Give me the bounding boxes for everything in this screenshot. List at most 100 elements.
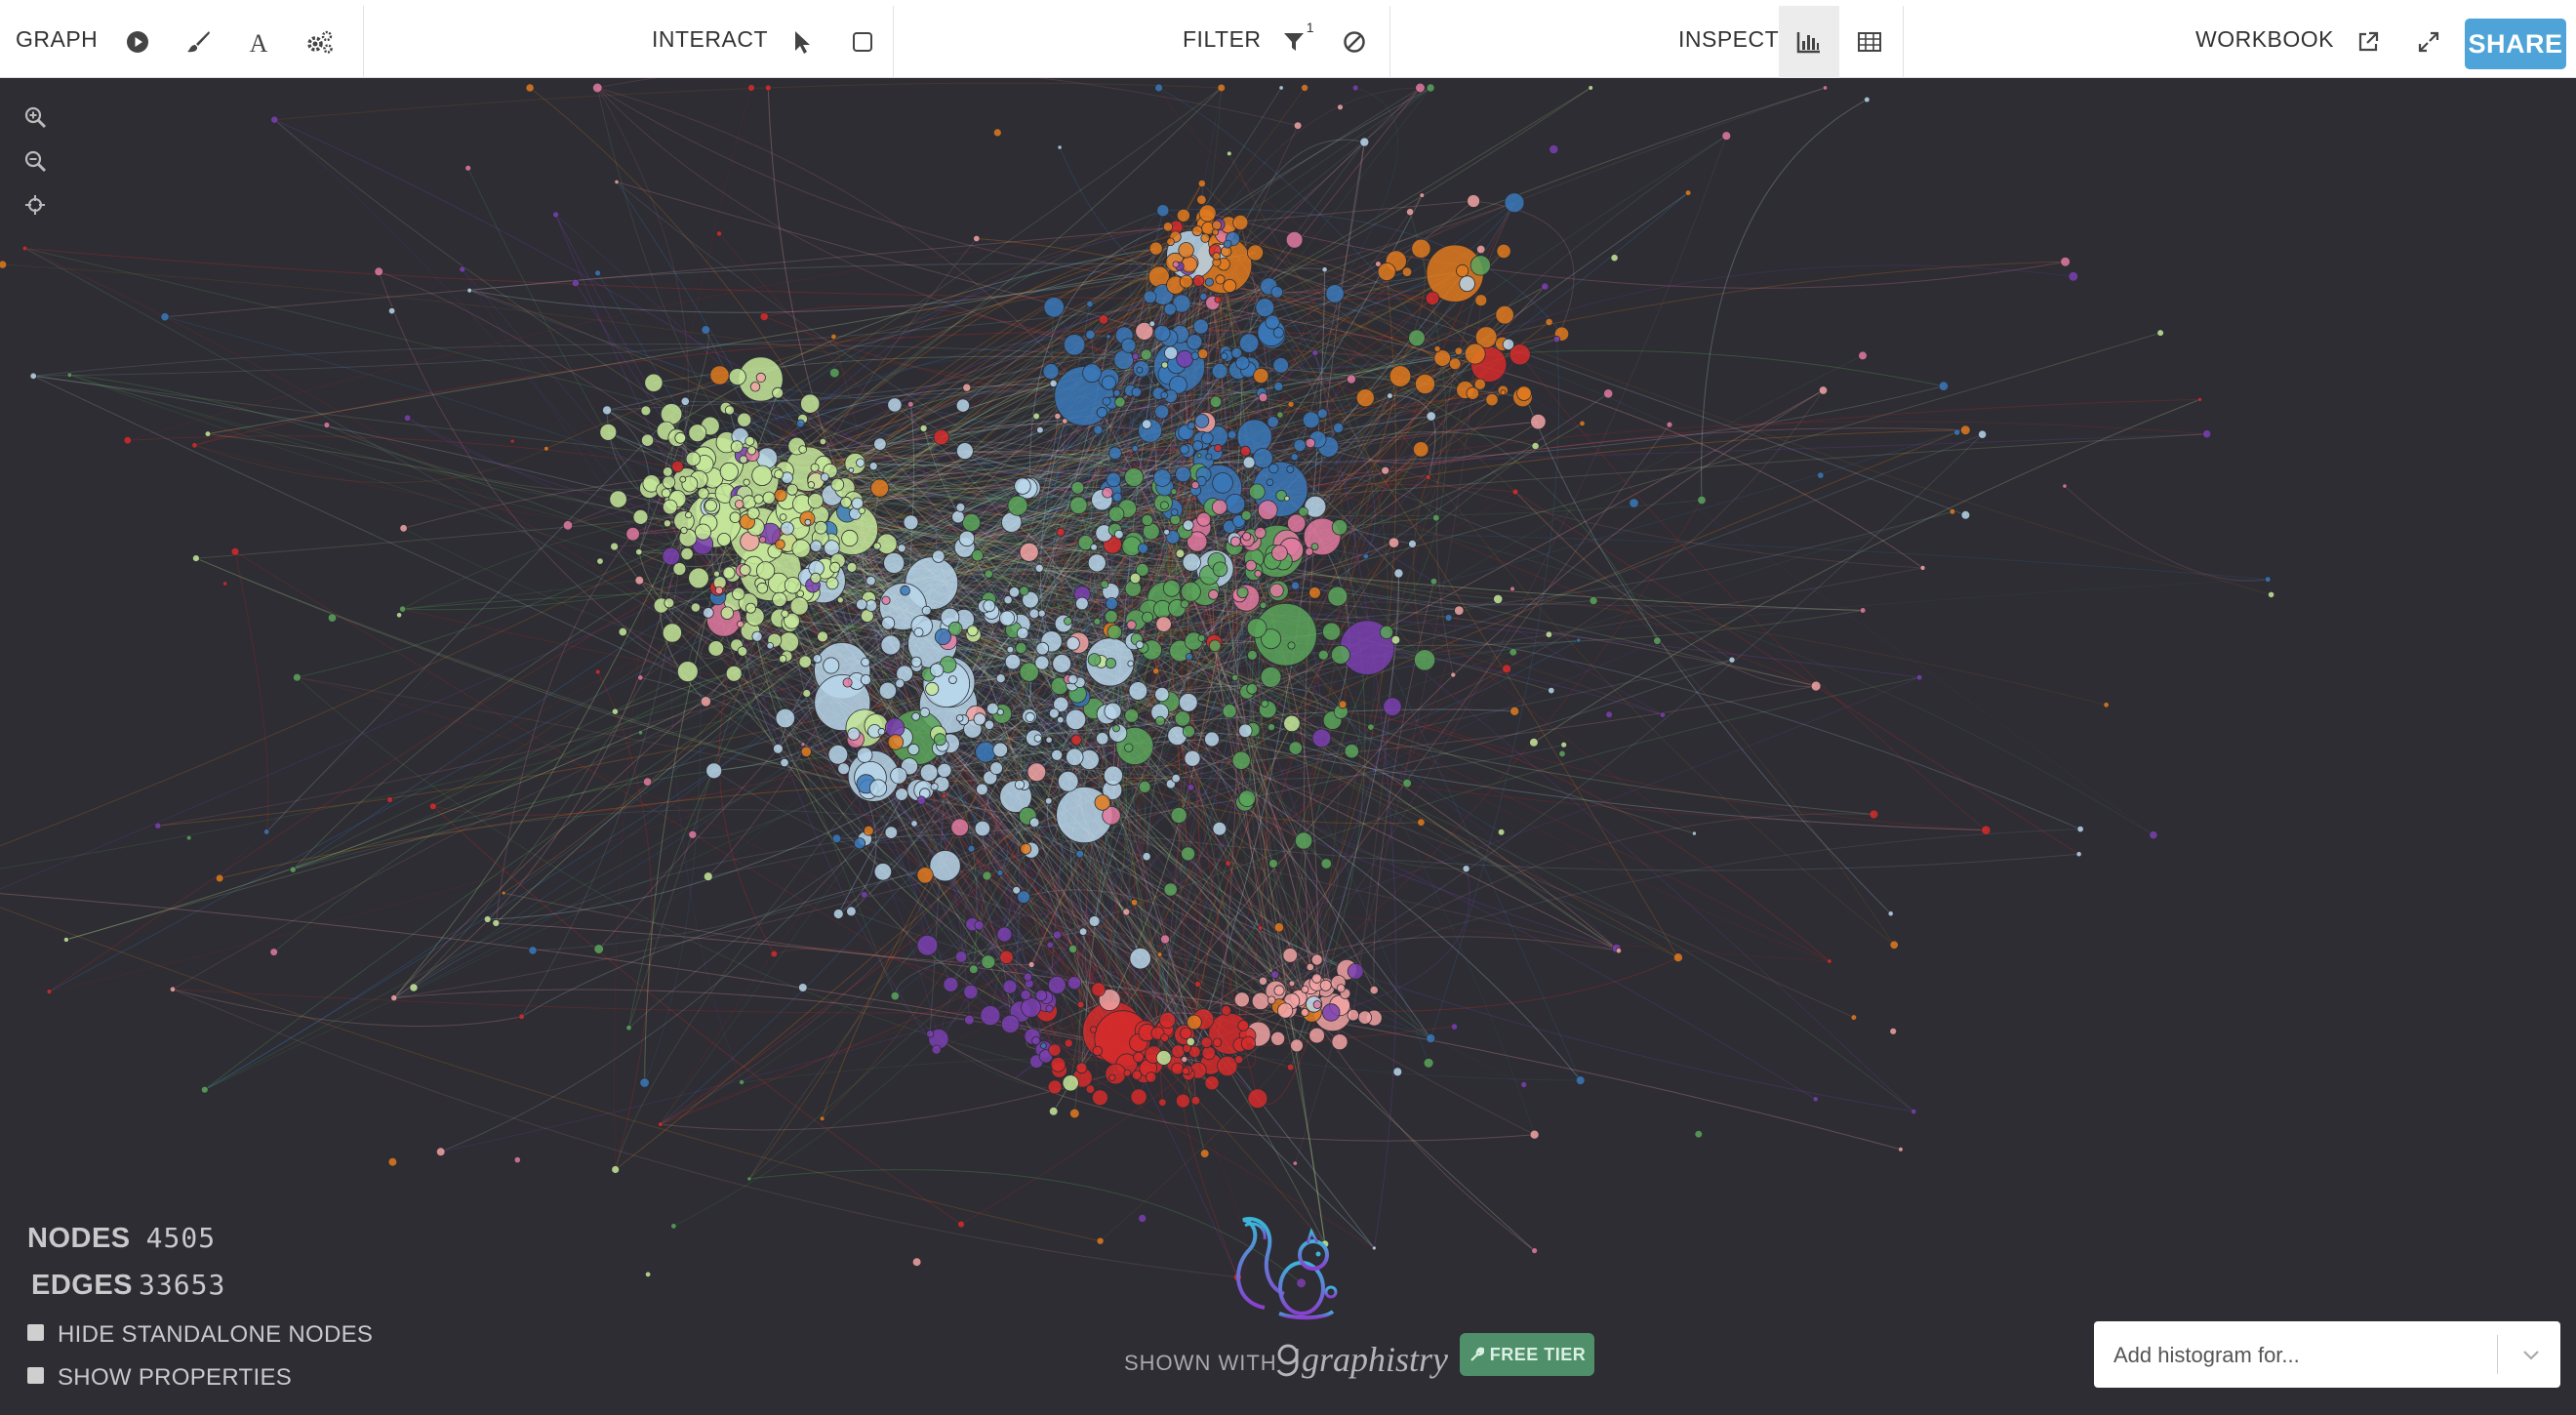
graph-node[interactable] (1096, 406, 1108, 419)
graph-node[interactable] (632, 509, 649, 525)
graph-node[interactable] (1423, 1057, 1434, 1069)
graph-node[interactable] (1504, 192, 1525, 214)
graph-node[interactable] (1215, 274, 1226, 285)
graph-node[interactable] (755, 561, 776, 581)
graph-node[interactable] (1085, 1084, 1096, 1094)
graph-node[interactable] (1305, 437, 1316, 449)
graph-node[interactable] (933, 428, 949, 446)
graph-node[interactable] (955, 398, 971, 413)
graph-node[interactable] (724, 405, 735, 416)
graph-node[interactable] (1605, 710, 1613, 719)
graph-node[interactable] (737, 646, 748, 657)
graph-node[interactable] (688, 829, 698, 839)
graph-node[interactable] (1044, 796, 1053, 805)
graph-node[interactable] (1094, 794, 1111, 811)
graph-node[interactable] (1225, 493, 1246, 514)
graph-node[interactable] (1221, 1005, 1231, 1016)
graph-node[interactable] (913, 627, 924, 638)
graph-node[interactable] (1229, 536, 1241, 547)
graph-node[interactable] (2156, 329, 2164, 337)
graph-node[interactable] (1331, 1033, 1348, 1051)
graph-node[interactable] (374, 266, 384, 277)
graph-node[interactable] (1085, 329, 1096, 341)
graph-node[interactable] (1138, 1214, 1147, 1224)
histograms-button[interactable] (1779, 6, 1840, 78)
graph-node[interactable] (1062, 1074, 1079, 1092)
graph-node[interactable] (1190, 480, 1200, 490)
graph-node[interactable] (204, 430, 212, 437)
graph-node[interactable] (870, 478, 890, 498)
graph-node[interactable] (1170, 806, 1187, 824)
graph-node[interactable] (715, 230, 723, 237)
graph-node[interactable] (858, 506, 865, 514)
graph-node[interactable] (1415, 373, 1436, 394)
share-button[interactable]: SHARE (2465, 19, 2566, 69)
graph-node[interactable] (1336, 984, 1346, 993)
graph-node[interactable] (791, 539, 811, 558)
graph-node[interactable] (1170, 488, 1178, 496)
graph-node[interactable] (910, 820, 918, 828)
graph-node[interactable] (1531, 441, 1540, 451)
graph-node[interactable] (1182, 552, 1201, 572)
graph-node[interactable] (1509, 647, 1518, 657)
graph-node[interactable] (688, 567, 709, 589)
graph-node[interactable] (642, 777, 653, 787)
graph-node[interactable] (857, 747, 873, 763)
graph-node[interactable] (637, 674, 644, 681)
graph-node[interactable] (1069, 1108, 1080, 1119)
graph-node[interactable] (1191, 225, 1203, 237)
graph-node[interactable] (662, 499, 678, 515)
graph-node[interactable] (1301, 985, 1309, 993)
graph-node[interactable] (1864, 96, 1871, 103)
graph-node[interactable] (1057, 770, 1079, 792)
graph-node[interactable] (779, 631, 800, 653)
graph-node[interactable] (1155, 616, 1172, 632)
graph-node[interactable] (1240, 445, 1251, 457)
graph-node[interactable] (1107, 505, 1125, 523)
graph-node[interactable] (1898, 1146, 1904, 1152)
graph-node[interactable] (518, 1013, 525, 1021)
graph-node[interactable] (1124, 708, 1140, 723)
graph-node[interactable] (1268, 859, 1278, 869)
graph-node[interactable] (200, 1085, 209, 1094)
graph-node[interactable] (860, 891, 868, 899)
graph-node[interactable] (1154, 404, 1170, 420)
graph-node[interactable] (1610, 254, 1619, 263)
graph-node[interactable] (948, 675, 957, 684)
graph-node[interactable] (1672, 952, 1683, 963)
graph-node[interactable] (739, 455, 748, 465)
graph-node[interactable] (1142, 611, 1154, 624)
graph-node[interactable] (1359, 137, 1370, 147)
graph-node[interactable] (976, 783, 988, 796)
graph-node[interactable] (1433, 349, 1451, 367)
graph-node[interactable] (932, 549, 946, 563)
graph-node[interactable] (614, 179, 620, 184)
graph-node[interactable] (1473, 378, 1486, 390)
graph-node[interactable] (1104, 609, 1118, 624)
graph-node[interactable] (2062, 483, 2068, 489)
graph-node[interactable] (1175, 548, 1186, 558)
graph-node[interactable] (1181, 1056, 1188, 1064)
graph-node[interactable] (292, 672, 302, 682)
graph-node[interactable] (986, 702, 999, 715)
graph-node[interactable] (1086, 300, 1094, 308)
graph-node[interactable] (395, 612, 403, 619)
graph-node[interactable] (962, 513, 982, 533)
graph-node[interactable] (323, 422, 331, 428)
graph-node[interactable] (610, 542, 619, 551)
graph-node[interactable] (1331, 519, 1348, 536)
graph-node[interactable] (1827, 958, 1832, 964)
graph-node[interactable] (1048, 1043, 1062, 1057)
graph-node[interactable] (781, 609, 789, 618)
settings-button[interactable] (289, 6, 349, 78)
graph-node[interactable] (764, 84, 772, 92)
graph-node[interactable] (890, 766, 907, 785)
graph-node[interactable] (611, 1165, 621, 1174)
graph-node[interactable] (1020, 843, 1032, 855)
graph-node[interactable] (1075, 596, 1089, 611)
graph-node[interactable] (1171, 1044, 1186, 1059)
graph-node[interactable] (1223, 278, 1237, 293)
graph-node[interactable] (1302, 411, 1320, 429)
graph-node[interactable] (1245, 559, 1257, 572)
graph-node[interactable] (980, 1005, 1001, 1027)
